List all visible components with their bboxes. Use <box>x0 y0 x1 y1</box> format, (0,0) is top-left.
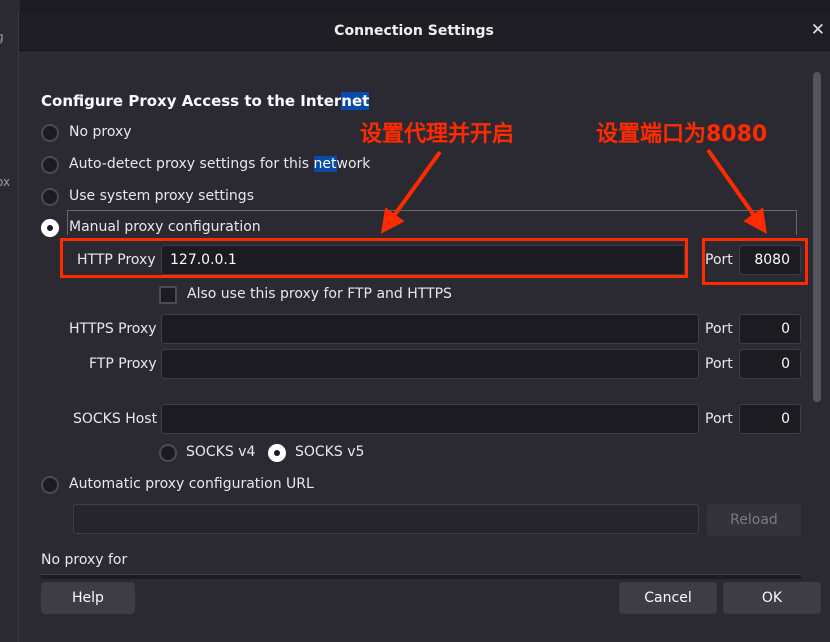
connection-settings-dialog: Connection Settings ✕ Configure Proxy Ac… <box>18 12 830 642</box>
socks-v5-label[interactable]: SOCKS v5 <box>295 444 364 460</box>
socks-host-label: SOCKS Host <box>73 411 158 427</box>
socks-port-label: Port <box>705 411 733 427</box>
title-bar: Connection Settings ✕ <box>19 12 830 51</box>
https-port-input[interactable]: 0 <box>739 314 801 344</box>
socks-host-input[interactable] <box>161 404 699 434</box>
ftp-proxy-input[interactable] <box>161 349 699 379</box>
socks-v5-radio[interactable] <box>268 444 286 462</box>
no-proxy-label[interactable]: No proxy <box>69 124 132 140</box>
auto-url-label[interactable]: Automatic proxy configuration URL <box>69 476 314 492</box>
background-text: ox <box>0 175 11 189</box>
auto-url-input[interactable] <box>73 504 699 534</box>
background-text: g <box>0 30 4 44</box>
close-icon[interactable]: ✕ <box>811 20 825 40</box>
system-proxy-label[interactable]: Use system proxy settings <box>69 188 254 204</box>
dialog-title: Connection Settings <box>334 23 494 39</box>
auto-url-radio[interactable] <box>41 476 59 494</box>
ftp-proxy-label: FTP Proxy <box>89 356 157 372</box>
manual-proxy-label[interactable]: Manual proxy configuration <box>69 219 261 235</box>
socks-port-input[interactable]: 0 <box>739 404 801 434</box>
https-port-label: Port <box>705 321 733 337</box>
scrollbar[interactable] <box>813 72 821 402</box>
ftp-port-label: Port <box>705 356 733 372</box>
cancel-button[interactable]: Cancel <box>619 582 717 614</box>
auto-detect-radio[interactable] <box>41 156 59 174</box>
no-proxy-for-label: No proxy for <box>41 552 128 568</box>
help-button[interactable]: Help <box>41 582 135 614</box>
manual-proxy-radio[interactable] <box>41 219 59 237</box>
port-highlight-box <box>702 238 808 285</box>
annotation-set-port: 设置端口为8080 <box>596 122 768 147</box>
no-proxy-radio[interactable] <box>41 124 59 142</box>
https-proxy-label: HTTPS Proxy <box>69 321 157 337</box>
no-proxy-for-textarea[interactable] <box>41 574 801 579</box>
socks-v4-radio[interactable] <box>159 444 177 462</box>
system-proxy-radio[interactable] <box>41 188 59 206</box>
https-proxy-input[interactable] <box>161 314 699 344</box>
ok-button[interactable]: OK <box>723 582 821 614</box>
auto-detect-label[interactable]: Auto-detect proxy settings for this netw… <box>69 156 370 172</box>
ftp-port-input[interactable]: 0 <box>739 349 801 379</box>
also-use-checkbox[interactable] <box>159 286 177 304</box>
http-proxy-highlight-box <box>60 238 688 278</box>
background-window: g ox <box>0 0 20 642</box>
socks-v4-label[interactable]: SOCKS v4 <box>186 444 255 460</box>
section-heading: Configure Proxy Access to the Internet <box>41 92 370 110</box>
also-use-label[interactable]: Also use this proxy for FTP and HTTPS <box>187 286 452 302</box>
annotation-set-proxy: 设置代理并开启 <box>360 122 515 147</box>
reload-button[interactable]: Reload <box>707 504 801 536</box>
